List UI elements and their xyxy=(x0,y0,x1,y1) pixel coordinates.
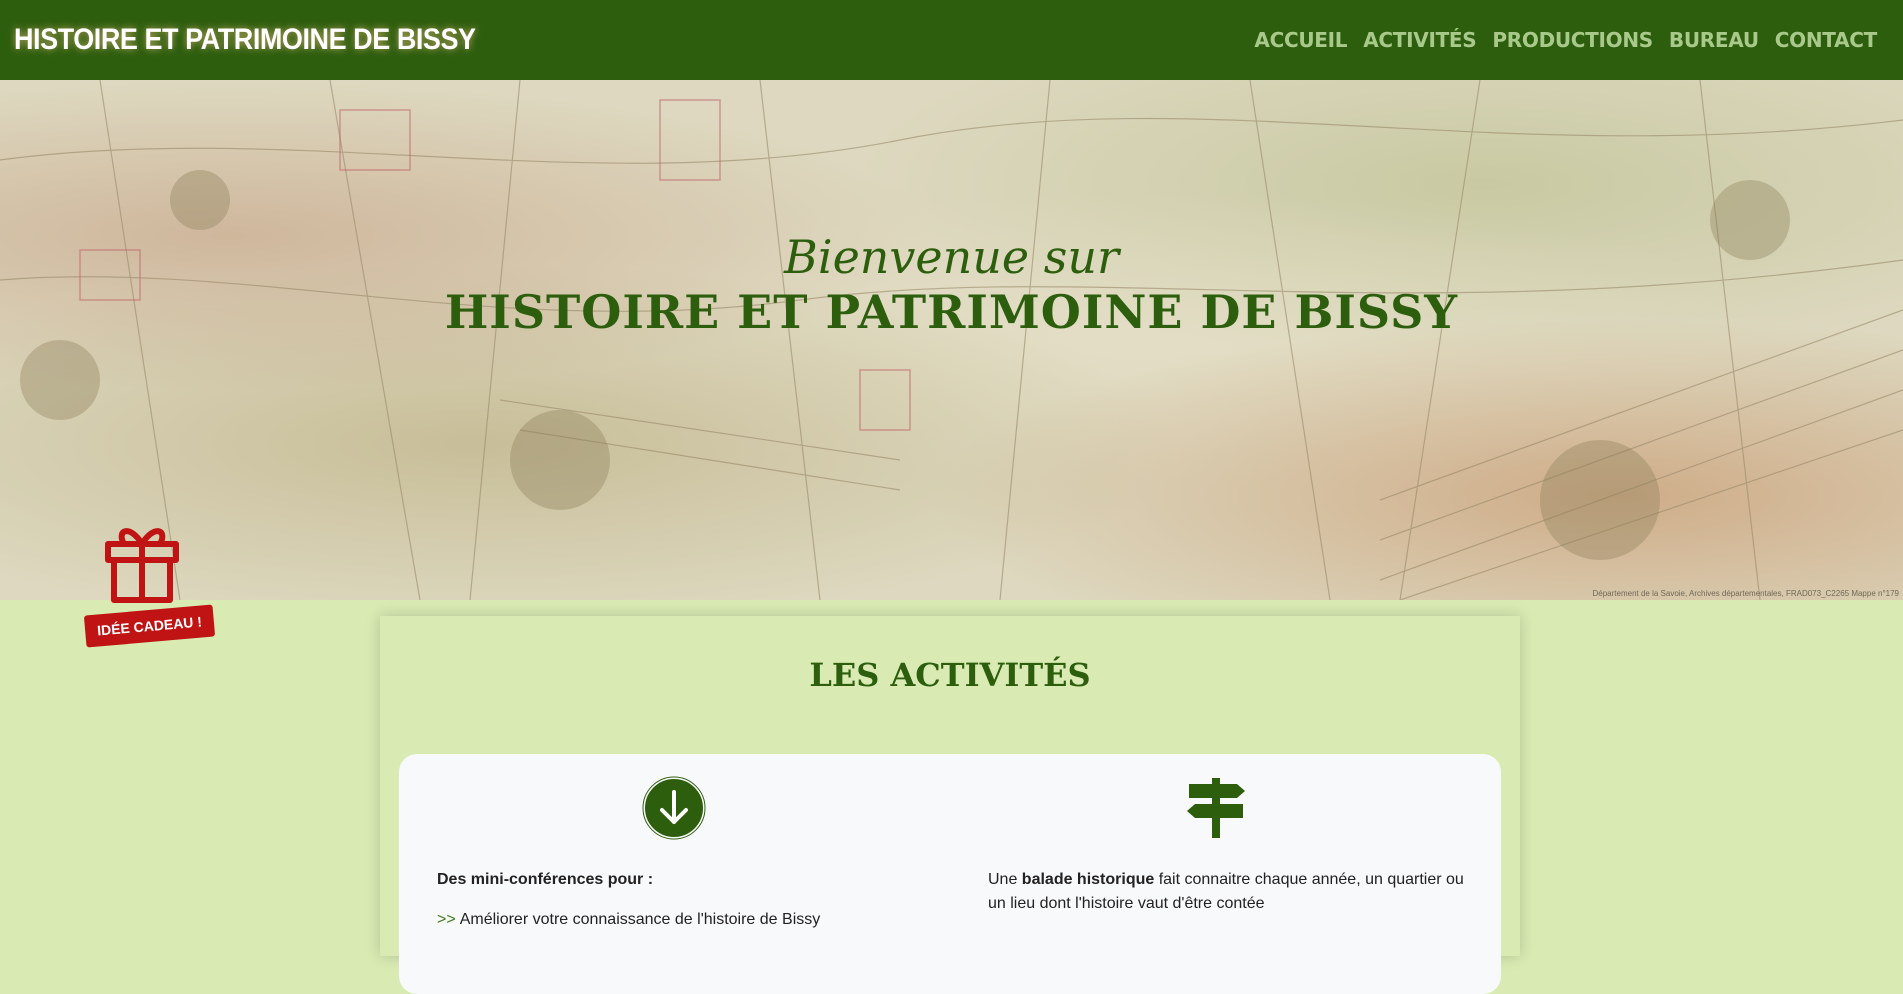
nav-item-accueil[interactable]: ACCUEIL xyxy=(1254,28,1347,52)
balade-text: Une balade historique fait connaitre cha… xyxy=(988,868,1468,916)
gift-icon[interactable] xyxy=(100,520,184,608)
site-header: HISTOIRE ET PATRIMOINE DE BISSY ACCUEIL … xyxy=(0,0,1903,80)
conferences-bullet-text: Améliorer votre connaissance de l'histoi… xyxy=(459,911,821,928)
cadastral-map-background xyxy=(0,80,1903,600)
site-brand[interactable]: HISTOIRE ET PATRIMOINE DE BISSY xyxy=(14,23,476,57)
conferences-bullet: >> Améliorer votre connaissance de l'hist… xyxy=(437,908,917,932)
hero-subtitle: Bienvenue sur xyxy=(784,230,1119,284)
conferences-heading: Des mini-conférences pour : xyxy=(437,871,654,888)
conferences-text: Des mini-conférences pour : >> Améliorer … xyxy=(437,868,917,932)
activities-card: Des mini-conférences pour : >> Améliorer … xyxy=(399,754,1501,994)
activities-section: LES ACTIVITÉS Des mini-conférences pour … xyxy=(380,616,1520,994)
activities-title: LES ACTIVITÉS xyxy=(809,656,1091,694)
image-credit: Département de la Savoie, Archives dépar… xyxy=(1592,589,1900,598)
main-nav: ACCUEIL ACTIVITÉS PRODUCTIONS BUREAU CON… xyxy=(1254,28,1877,52)
balade-text-strong: balade historique xyxy=(1021,871,1155,888)
arrow-down-circle-icon xyxy=(642,776,706,844)
nav-item-contact[interactable]: CONTACT xyxy=(1775,28,1878,52)
hero-banner: Bienvenue sur HISTOIRE ET PATRIMOINE DE … xyxy=(0,80,1903,600)
hero-title: HISTOIRE ET PATRIMOINE DE BISSY xyxy=(444,285,1459,339)
nav-item-productions[interactable]: PRODUCTIONS xyxy=(1492,28,1653,52)
balade-text-before: Une xyxy=(988,871,1022,888)
nav-item-bureau[interactable]: BUREAU xyxy=(1669,28,1759,52)
signpost-icon xyxy=(1185,776,1247,844)
gift-badge[interactable]: IDÉE CADEAU ! xyxy=(83,604,216,648)
nav-item-activites[interactable]: ACTIVITÉS xyxy=(1363,28,1476,52)
bullet-arrow: >> xyxy=(437,911,456,928)
